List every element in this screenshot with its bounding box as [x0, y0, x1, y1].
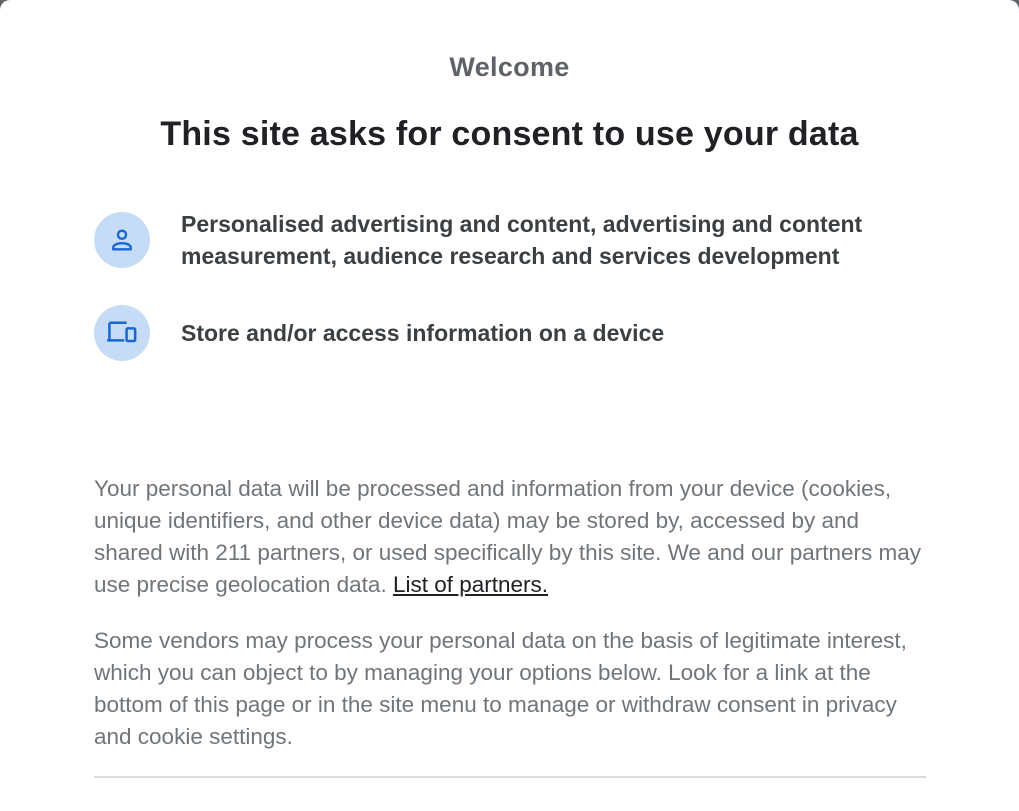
devices-icon [94, 305, 150, 361]
list-of-partners-link[interactable]: List of partners. [393, 572, 548, 597]
legitimate-interest-paragraph: Some vendors may process your personal d… [94, 628, 907, 749]
purpose-item-personalised-advertising: Personalised advertising and content, ad… [94, 208, 934, 272]
dialog-title: This site asks for consent to use your d… [160, 115, 859, 153]
data-processing-paragraph: Your personal data will be processed and… [94, 473, 934, 601]
consent-dialog: Welcome This site asks for consent to us… [0, 0, 1019, 811]
welcome-heading: Welcome [449, 52, 570, 82]
person-icon [94, 212, 150, 268]
divider [94, 776, 926, 778]
purpose-item-store-access: Store and/or access information on a dev… [94, 305, 934, 361]
purpose-label: Personalised advertising and content, ad… [181, 211, 863, 269]
purpose-label: Store and/or access information on a dev… [181, 320, 665, 346]
